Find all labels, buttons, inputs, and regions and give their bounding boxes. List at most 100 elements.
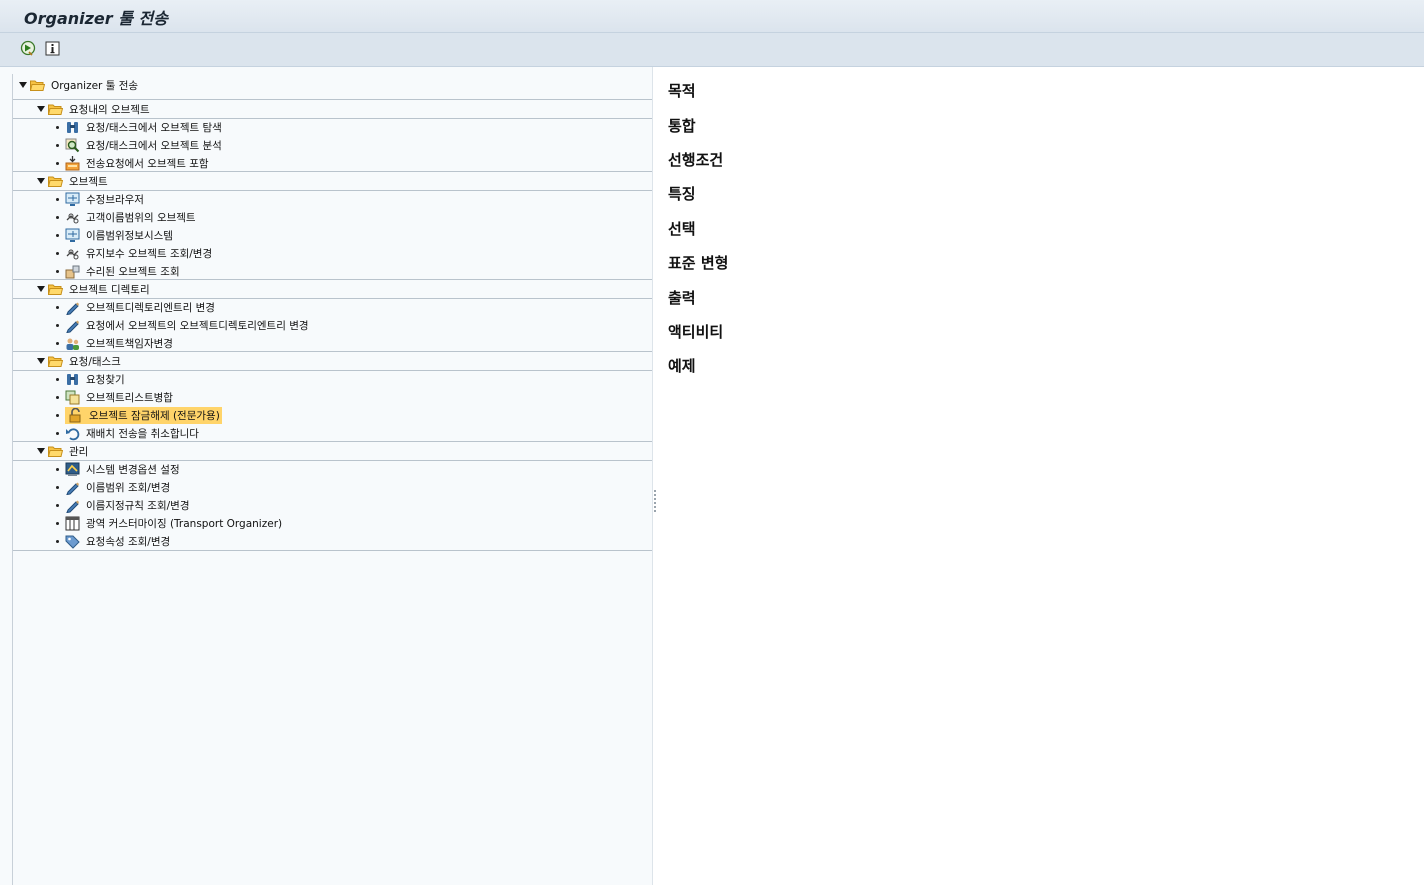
transport-organizer-tree: Organizer 툴 전송 요청내의 오브젝트 요청/태스크에서 오브젝트 탐… [12,74,652,885]
expand-arrow-icon[interactable] [19,82,27,88]
documentation-pane: 목적 통합 선행조건 특징 선택 표준 변형 출력 액티비티 예제 [658,67,1424,885]
tree-bullet [56,125,59,129]
tree-item-label: 오브젝트리스트병합 [86,391,173,404]
expand-arrow-icon[interactable] [37,286,45,292]
tree-item[interactable]: 수정브라우저 [13,190,652,208]
tree-item[interactable]: 요청에서 오브젝트의 오브젝트디렉토리엔트리 변경 [13,316,652,334]
tree-item-label: 요청에서 오브젝트의 오브젝트디렉토리엔트리 변경 [86,319,309,332]
expand-arrow-icon[interactable] [37,358,45,364]
tree-folder-label: 관리 [69,445,89,458]
tree-item[interactable]: 이름지정규칙 조회/변경 [13,496,652,514]
info-icon[interactable] [43,39,61,57]
tree-item-selected[interactable]: 오브젝트 잠금해제 (전문가용) [13,406,652,424]
tree-item-label: 이름범위정보시스템 [86,229,173,242]
doc-heading-purpose: 목적 [668,82,696,100]
tree-item-label: 전송요청에서 오브젝트 포함 [86,157,209,170]
tree-item-label: 오브젝트디렉토리엔트리 변경 [86,301,215,314]
tree-bullet [56,467,59,471]
tree-bullet [56,503,59,507]
merge-icon [65,390,80,405]
tree-bullet [56,251,59,255]
tree-bullet [56,269,59,273]
tree-folder-request-task[interactable]: 요청/태스크 [13,351,652,371]
doc-heading-prerequisites: 선행조건 [668,151,724,169]
doc-heading-activities: 액티비티 [668,323,724,341]
tree-bullet [56,323,59,327]
tree-item[interactable]: 이름범위 조회/변경 [13,478,652,496]
tree-item[interactable]: 유지보수 오브젝트 조회/변경 [13,244,652,262]
tree-root-node[interactable]: Organizer 툴 전송 [19,76,652,94]
pencil-icon [65,480,80,495]
repaired-icon [65,264,80,279]
tree-item-label: 요청/태스크에서 오브젝트 분석 [86,139,222,152]
tree-item-label: 요청찾기 [86,373,125,386]
link-icon [65,246,80,261]
tree-item[interactable]: 시스템 변경옵션 설정 [13,460,652,478]
pencil-icon [65,300,80,315]
settings-icon [65,462,80,477]
tree-folder-object-directory[interactable]: 오브젝트 디렉토리 [13,279,652,299]
tree-item[interactable]: 오브젝트리스트병합 [13,388,652,406]
tree-folder-label: 오브젝트 디렉토리 [69,283,150,296]
tree-item-label: 요청/태스크에서 오브젝트 탐색 [86,121,222,134]
binoculars-icon [65,120,80,135]
tree-bullet [56,341,59,345]
pencil-icon [65,318,80,333]
tree-item-label: 수정브라우저 [86,193,144,206]
tree-folder-objects-in-request[interactable]: 요청내의 오브젝트 [13,99,652,119]
tree-item[interactable]: 요청/태스크에서 오브젝트 분석 [13,136,652,154]
folder-open-icon [47,104,64,115]
doc-heading-features: 특징 [668,185,696,203]
expand-arrow-icon[interactable] [37,448,45,454]
tree-item[interactable]: 재배치 전송을 취소합니다 [13,424,652,442]
expand-arrow-icon[interactable] [37,106,45,112]
tree-item[interactable]: 수리된 오브젝트 조회 [13,262,652,280]
tree-item-label: 고객이름범위의 오브젝트 [86,211,196,224]
pencil-icon [65,498,80,513]
tree-bullet [56,305,59,309]
persons-icon [65,336,80,351]
tree-item[interactable]: 요청찾기 [13,370,652,388]
tree-item-label: 유지보수 오브젝트 조회/변경 [86,247,213,260]
folder-open-icon [47,446,64,457]
window-title: Organizer 툴 전송 [24,9,168,28]
doc-heading-integration: 통합 [668,117,696,135]
tree-item[interactable]: 전송요청에서 오브젝트 포함 [13,154,652,172]
unlock-icon [68,407,83,423]
tree-item[interactable]: 오브젝트디렉토리엔트리 변경 [13,298,652,316]
application-toolbar [0,33,1424,67]
pane-splitter-handle[interactable] [654,490,656,512]
table-icon [65,516,80,531]
tree-bullet [56,215,59,219]
execute-icon[interactable] [19,39,37,57]
tree-item[interactable]: 광역 커스터마이징 (Transport Organizer) [13,514,652,532]
tree-item-label: 광역 커스터마이징 (Transport Organizer) [86,517,283,530]
expand-arrow-icon[interactable] [37,178,45,184]
tree-bullet [56,143,59,147]
tree-item-label: 수리된 오브젝트 조회 [86,265,180,278]
tree-item[interactable]: 이름범위정보시스템 [13,226,652,244]
tree-item[interactable]: 오브젝트책임자변경 [13,334,652,352]
tree-bullet [56,521,59,525]
tree-bullet [56,539,59,543]
tree-item[interactable]: 요청/태스크에서 오브젝트 탐색 [13,118,652,136]
tree-bullet [56,233,59,237]
tree-item[interactable]: 고객이름범위의 오브젝트 [13,208,652,226]
tree-item-label: 오브젝트 잠금해제 (전문가용) [89,409,220,422]
tree-item-label: 이름지정규칙 조회/변경 [86,499,190,512]
tree-item-label: 시스템 변경옵션 설정 [86,463,180,476]
tree-folder-objects[interactable]: 오브젝트 [13,171,652,191]
monitor-icon [65,192,80,207]
selection-highlight: 오브젝트 잠금해제 (전문가용) [65,406,222,424]
tree-folder-administration[interactable]: 관리 [13,441,652,461]
folder-open-icon [47,284,64,295]
folder-open-icon [29,80,46,91]
tree-bullet [56,413,59,417]
monitor-icon [65,228,80,243]
include-icon [65,155,80,171]
tree-folder-label: 요청/태스크 [69,355,121,368]
folder-open-icon [47,356,64,367]
analyze-icon [65,138,80,153]
doc-heading-example: 예제 [668,357,696,375]
tree-item[interactable]: 요청속성 조회/변경 [13,532,652,551]
